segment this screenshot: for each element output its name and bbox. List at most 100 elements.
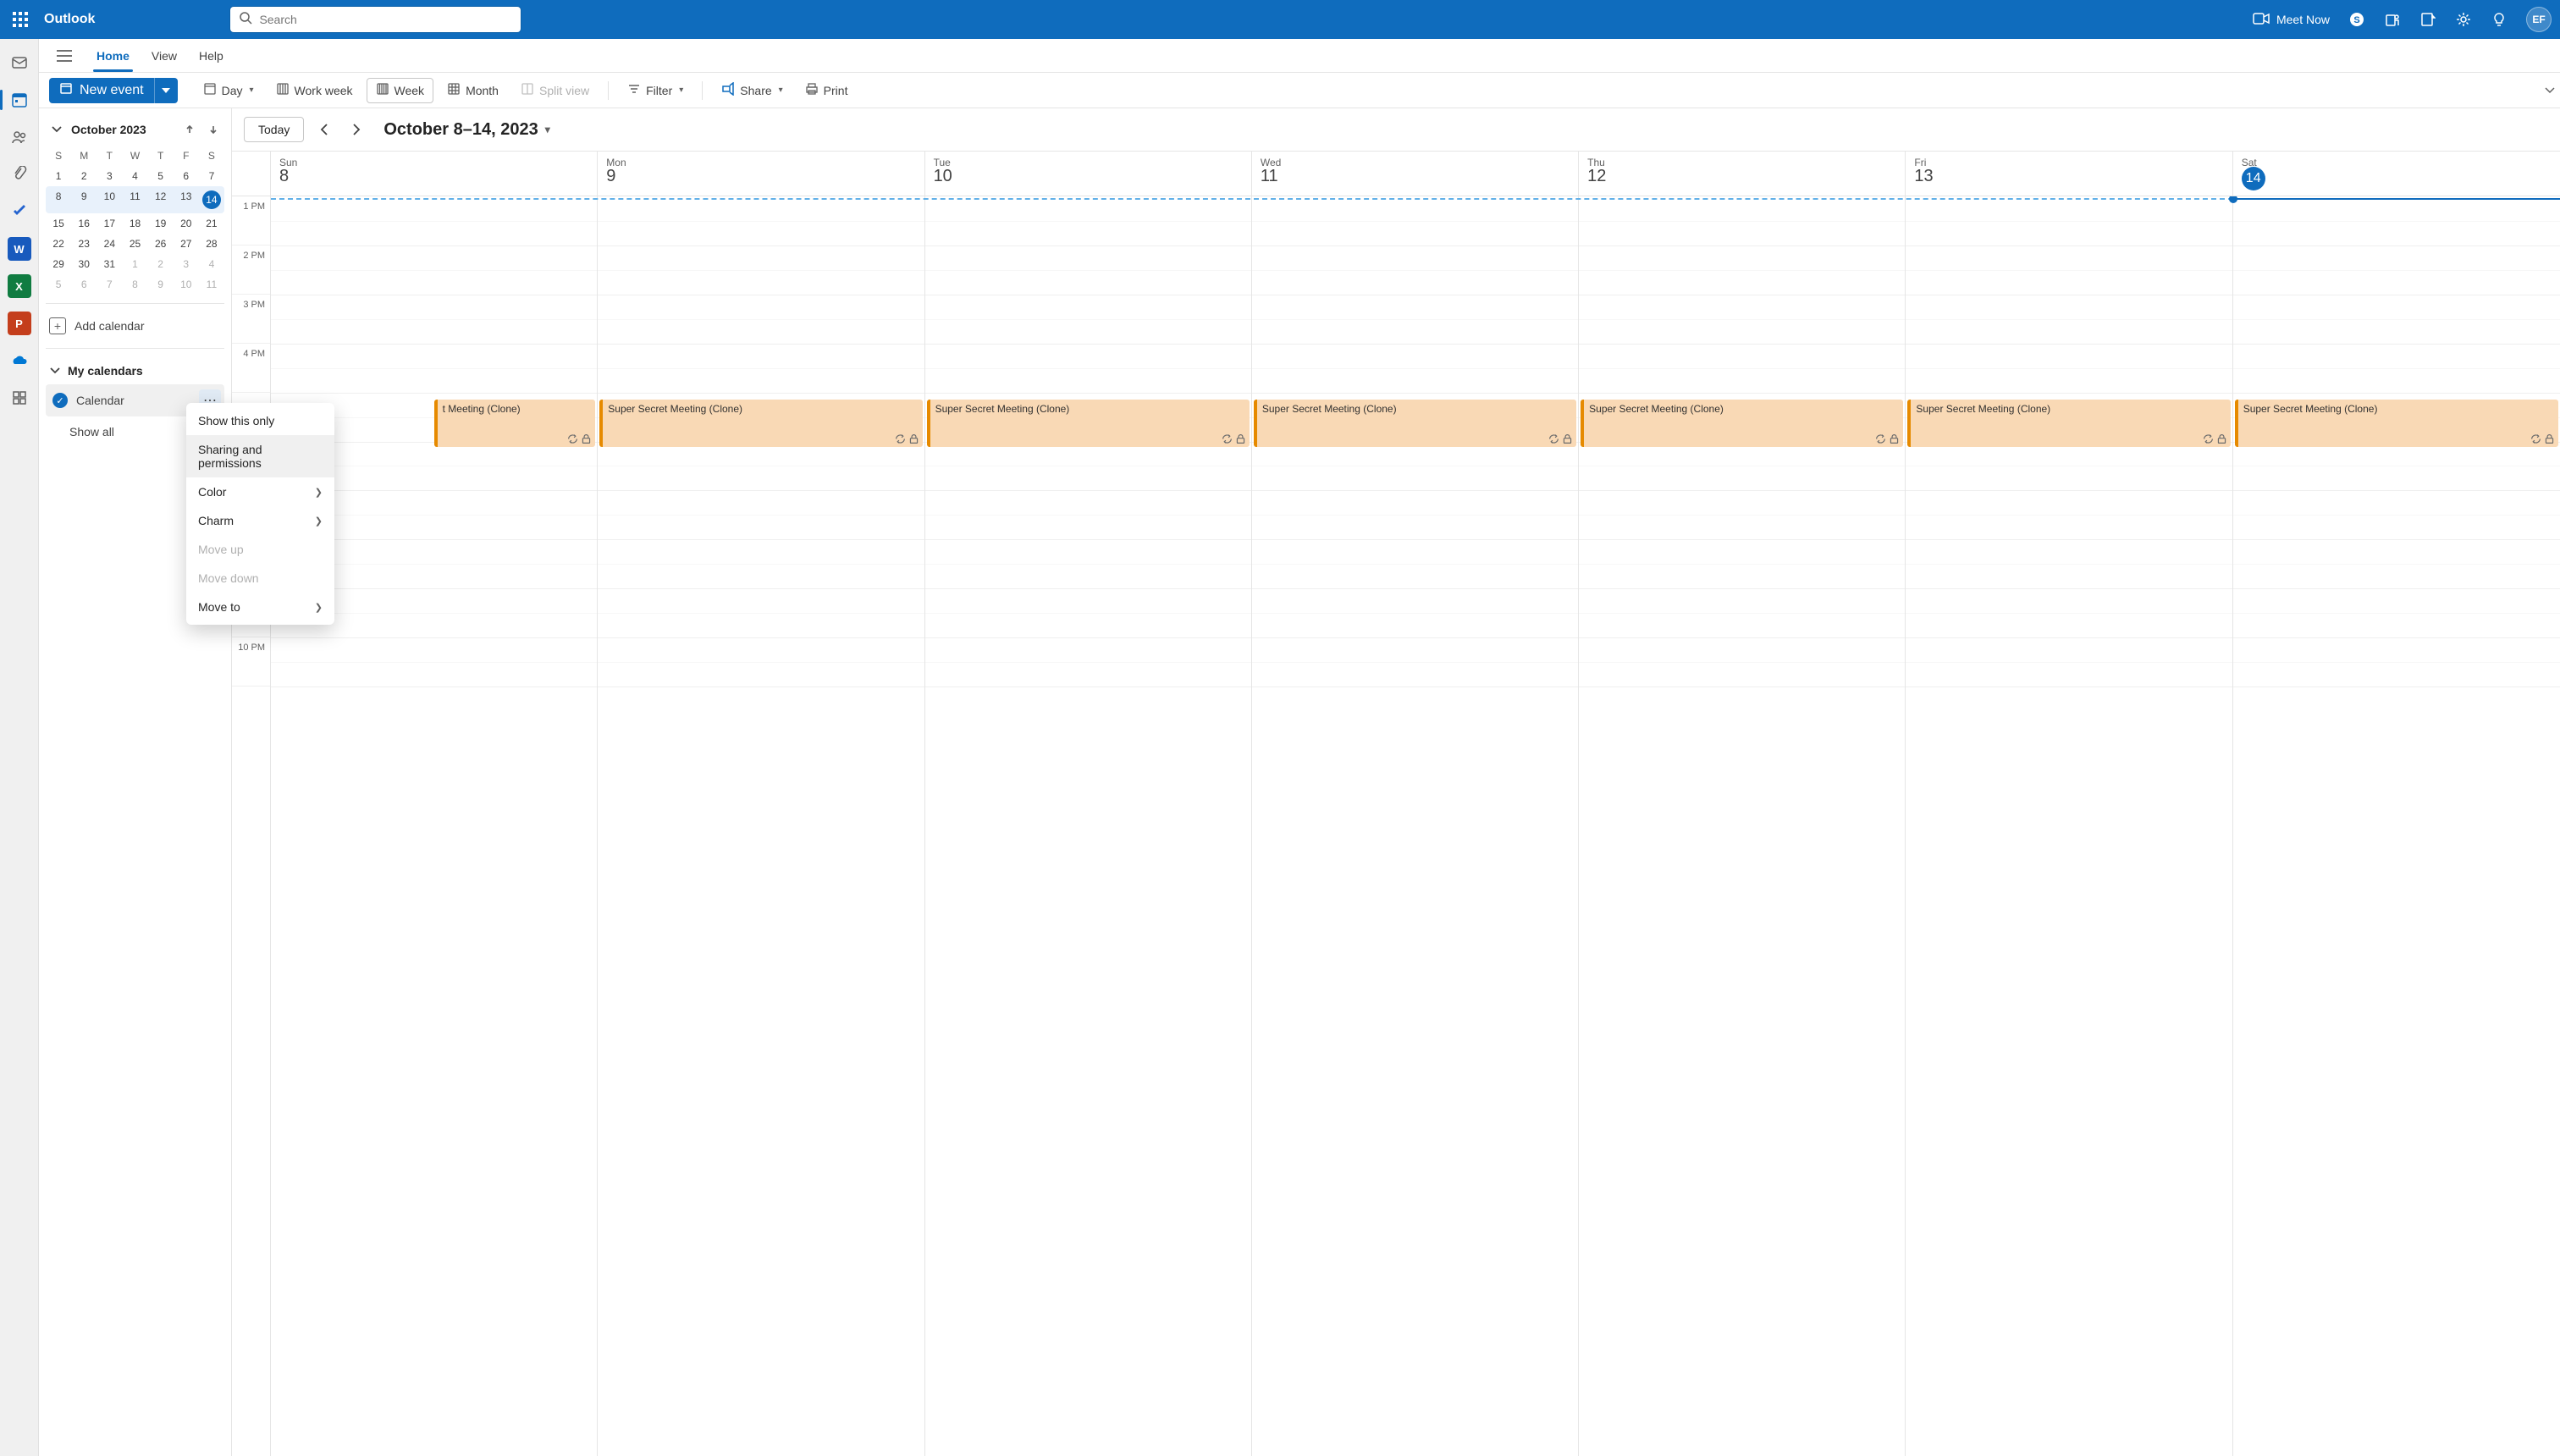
calendar-event[interactable]: Super Secret Meeting (Clone) xyxy=(599,400,922,447)
ctx-move-to[interactable]: Move to❯ xyxy=(186,593,334,621)
mini-cal-day[interactable]: 9 xyxy=(148,274,174,295)
tab-help[interactable]: Help xyxy=(196,41,227,71)
tab-home[interactable]: Home xyxy=(93,41,133,71)
mini-cal-day[interactable]: 23 xyxy=(71,234,97,254)
mini-cal-day[interactable]: 28 xyxy=(199,234,224,254)
nav-toggle-button[interactable] xyxy=(51,42,78,69)
settings-icon[interactable] xyxy=(2455,11,2472,28)
day-header[interactable]: Tue10 xyxy=(925,152,1252,196)
my-calendars-section[interactable]: My calendars xyxy=(46,357,224,384)
app-launcher-icon[interactable] xyxy=(8,8,32,31)
day-header[interactable]: Thu12 xyxy=(1579,152,1906,196)
mini-cal-day[interactable]: 21 xyxy=(199,213,224,234)
day-cell[interactable]: Super Secret Meeting (Clone) xyxy=(1252,196,1579,1456)
mini-cal-day[interactable]: 22 xyxy=(46,234,71,254)
mini-cal-day[interactable]: 5 xyxy=(46,274,71,295)
calendar-event[interactable]: Super Secret Meeting (Clone) xyxy=(1581,400,1903,447)
files-rail-button[interactable] xyxy=(0,157,39,191)
day-header[interactable]: Sat14 xyxy=(2233,152,2560,196)
week-view-button[interactable]: Week xyxy=(367,78,434,103)
day-view-button[interactable]: Day▾ xyxy=(195,78,262,103)
mini-cal-day[interactable]: 8 xyxy=(46,186,71,213)
mini-cal-day[interactable]: 26 xyxy=(148,234,174,254)
calendar-event[interactable]: Super Secret Meeting (Clone) xyxy=(1907,400,2230,447)
print-button[interactable]: Print xyxy=(797,78,857,103)
next-month-icon[interactable] xyxy=(204,120,223,139)
day-body[interactable]: t Meeting (Clone)Super Secret Meeting (C… xyxy=(271,196,2560,1456)
word-rail-button[interactable]: W xyxy=(0,232,39,266)
mini-cal-day[interactable]: 10 xyxy=(174,274,199,295)
mini-cal-day[interactable]: 9 xyxy=(71,186,97,213)
day-cell[interactable]: Super Secret Meeting (Clone) xyxy=(1579,196,1906,1456)
tips-icon[interactable] xyxy=(2491,11,2508,28)
excel-rail-button[interactable]: X xyxy=(0,269,39,303)
day-header[interactable]: Fri13 xyxy=(1906,152,2232,196)
mini-cal-day[interactable]: 24 xyxy=(97,234,122,254)
todo-rail-button[interactable] xyxy=(0,195,39,229)
calendar-checked-icon[interactable]: ✓ xyxy=(52,393,68,408)
new-event-button[interactable]: New event xyxy=(49,78,154,103)
mini-cal-day[interactable]: 6 xyxy=(71,274,97,295)
day-cell[interactable]: Super Secret Meeting (Clone) xyxy=(598,196,924,1456)
meet-now-button[interactable]: Meet Now xyxy=(2253,13,2330,27)
notes-icon[interactable] xyxy=(2419,11,2436,28)
mini-cal-day[interactable]: 30 xyxy=(71,254,97,274)
mini-cal-day[interactable]: 11 xyxy=(199,274,224,295)
mini-cal-day[interactable]: 8 xyxy=(122,274,147,295)
ribbon-expand-icon[interactable] xyxy=(2545,83,2555,98)
ctx-show-this-only[interactable]: Show this only xyxy=(186,406,334,435)
mini-cal-day[interactable]: 7 xyxy=(97,274,122,295)
mini-cal-day[interactable]: 2 xyxy=(71,166,97,186)
prev-month-icon[interactable] xyxy=(180,120,199,139)
mini-cal-day[interactable]: 11 xyxy=(122,186,147,213)
day-cell[interactable]: Super Secret Meeting (Clone) xyxy=(2233,196,2560,1456)
ctx-color[interactable]: Color❯ xyxy=(186,477,334,506)
mini-cal-day[interactable]: 10 xyxy=(97,186,122,213)
mini-cal-day[interactable]: 12 xyxy=(148,186,174,213)
collapse-mini-cal-icon[interactable] xyxy=(47,120,66,139)
mini-cal-day[interactable]: 1 xyxy=(122,254,147,274)
ctx-charm[interactable]: Charm❯ xyxy=(186,506,334,535)
calendar-event[interactable]: Super Secret Meeting (Clone) xyxy=(2235,400,2558,447)
add-calendar-button[interactable]: + Add calendar xyxy=(46,312,224,339)
today-button[interactable]: Today xyxy=(244,117,304,142)
mini-cal-day[interactable]: 6 xyxy=(174,166,199,186)
mini-cal-day[interactable]: 29 xyxy=(46,254,71,274)
share-button[interactable]: Share▾ xyxy=(713,78,791,103)
prev-week-button[interactable] xyxy=(312,118,336,141)
calendar-event[interactable]: t Meeting (Clone) xyxy=(434,400,596,447)
mini-cal-day[interactable]: 4 xyxy=(122,166,147,186)
tab-view[interactable]: View xyxy=(148,41,180,71)
calendar-rail-button[interactable] xyxy=(0,83,39,117)
calendar-event[interactable]: Super Secret Meeting (Clone) xyxy=(1254,400,1576,447)
day-header[interactable]: Sun8 xyxy=(271,152,598,196)
mini-cal-day[interactable]: 13 xyxy=(174,186,199,213)
work-week-view-button[interactable]: Work week xyxy=(268,78,361,103)
mini-cal-day[interactable]: 4 xyxy=(199,254,224,274)
teams-icon[interactable] xyxy=(2384,11,2401,28)
mini-cal-day[interactable]: 18 xyxy=(122,213,147,234)
mini-cal-day[interactable]: 14 xyxy=(199,186,224,213)
powerpoint-rail-button[interactable]: P xyxy=(0,306,39,340)
mini-cal-day[interactable]: 2 xyxy=(148,254,174,274)
day-cell[interactable]: Super Secret Meeting (Clone) xyxy=(1906,196,2232,1456)
calendar-event[interactable]: Super Secret Meeting (Clone) xyxy=(927,400,1250,447)
mini-cal-day[interactable]: 3 xyxy=(97,166,122,186)
day-cell[interactable]: Super Secret Meeting (Clone) xyxy=(925,196,1252,1456)
search-box[interactable] xyxy=(230,7,521,32)
more-apps-rail-button[interactable] xyxy=(0,381,39,415)
mini-cal-day[interactable]: 16 xyxy=(71,213,97,234)
onedrive-rail-button[interactable] xyxy=(0,344,39,378)
mini-cal-day[interactable]: 15 xyxy=(46,213,71,234)
mini-cal-day[interactable]: 1 xyxy=(46,166,71,186)
filter-button[interactable]: Filter▾ xyxy=(619,78,692,103)
mini-cal-day[interactable]: 31 xyxy=(97,254,122,274)
account-avatar[interactable]: EF xyxy=(2526,7,2552,32)
mini-cal-day[interactable]: 7 xyxy=(199,166,224,186)
next-week-button[interactable] xyxy=(345,118,368,141)
mini-cal-day[interactable]: 3 xyxy=(174,254,199,274)
people-rail-button[interactable] xyxy=(0,120,39,154)
date-picker-dropdown-icon[interactable]: ▾ xyxy=(545,124,550,135)
search-input[interactable] xyxy=(259,13,512,26)
mini-cal-day[interactable]: 25 xyxy=(122,234,147,254)
